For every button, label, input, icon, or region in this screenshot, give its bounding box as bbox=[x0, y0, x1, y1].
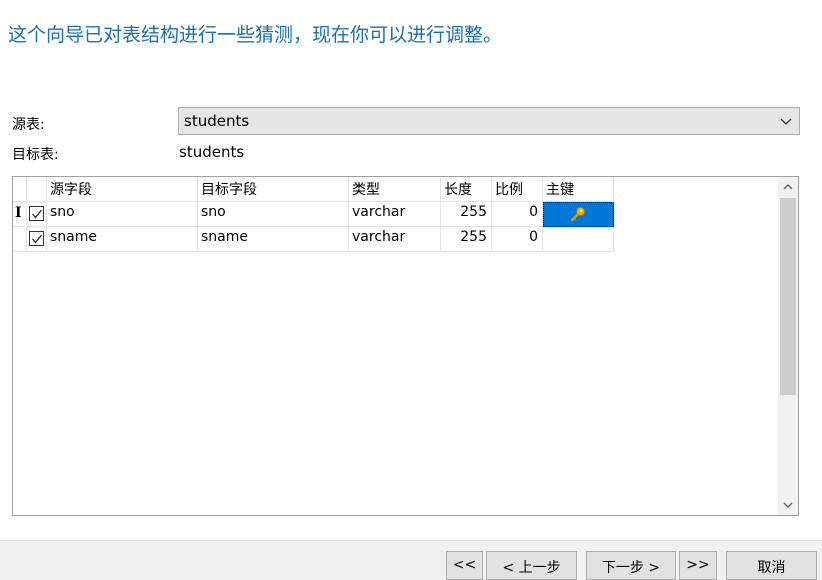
wizard-message: 这个向导已对表结构进行一些猜测，现在你可以进行调整。 bbox=[8, 24, 503, 46]
previous-step-button[interactable]: < 上一步 bbox=[486, 551, 577, 580]
column-header-primary-key[interactable]: 主键 bbox=[543, 177, 614, 202]
scroll-up-icon[interactable] bbox=[778, 177, 798, 197]
cell-target-field[interactable]: sname bbox=[198, 227, 349, 252]
key-icon bbox=[570, 206, 586, 226]
cell-primary-key[interactable] bbox=[543, 202, 614, 227]
chevron-down-icon[interactable] bbox=[779, 112, 793, 130]
source-table-select[interactable]: students bbox=[178, 107, 800, 135]
check-column-header bbox=[27, 177, 47, 202]
row-indicator[interactable] bbox=[13, 227, 27, 252]
source-table-value: students bbox=[184, 112, 250, 130]
column-header-type[interactable]: 类型 bbox=[349, 177, 441, 202]
table-row-checkbox-cell[interactable] bbox=[27, 202, 47, 227]
cell-type[interactable]: varchar bbox=[349, 202, 441, 227]
cell-length[interactable]: 255 bbox=[441, 227, 492, 252]
wizard-footer: << < 上一步 下一步 > >> 取消 bbox=[0, 540, 822, 580]
text-cursor-icon: I bbox=[15, 205, 22, 221]
column-header-source-field[interactable]: 源字段 bbox=[47, 177, 198, 202]
next-step-button[interactable]: 下一步 > bbox=[586, 551, 676, 580]
scrollbar-thumb[interactable] bbox=[780, 198, 796, 395]
last-step-button[interactable]: >> bbox=[679, 551, 717, 580]
field-mapping-grid[interactable]: 源字段 目标字段 类型 长度 比例 主键 I sno sno varchar 2… bbox=[12, 176, 799, 516]
row-indicator[interactable]: I bbox=[13, 202, 27, 227]
source-table-label: 源表: bbox=[12, 117, 45, 133]
cell-primary-key[interactable] bbox=[543, 227, 614, 252]
target-table-value: students bbox=[179, 143, 245, 161]
row-checkbox[interactable] bbox=[29, 231, 44, 246]
cell-length[interactable]: 255 bbox=[441, 202, 492, 227]
column-header-target-field[interactable]: 目标字段 bbox=[198, 177, 349, 202]
cell-scale[interactable]: 0 bbox=[492, 202, 543, 227]
cell-source-field[interactable]: sno bbox=[47, 202, 198, 227]
target-table-label: 目标表: bbox=[12, 147, 59, 163]
checkmark-icon bbox=[32, 209, 43, 219]
row-checkbox[interactable] bbox=[29, 206, 44, 221]
column-header-length[interactable]: 长度 bbox=[441, 177, 492, 202]
table-row-checkbox-cell[interactable] bbox=[27, 227, 47, 252]
cell-scale[interactable]: 0 bbox=[492, 227, 543, 252]
first-step-button[interactable]: << bbox=[446, 551, 483, 580]
cell-source-field[interactable]: sname bbox=[47, 227, 198, 252]
vertical-scrollbar[interactable] bbox=[778, 177, 798, 515]
cell-type[interactable]: varchar bbox=[349, 227, 441, 252]
scroll-down-icon[interactable] bbox=[778, 495, 798, 515]
checkmark-icon bbox=[32, 234, 43, 244]
column-header-scale[interactable]: 比例 bbox=[492, 177, 543, 202]
row-header-corner bbox=[13, 177, 27, 202]
cancel-button[interactable]: 取消 bbox=[726, 551, 817, 580]
cell-target-field[interactable]: sno bbox=[198, 202, 349, 227]
